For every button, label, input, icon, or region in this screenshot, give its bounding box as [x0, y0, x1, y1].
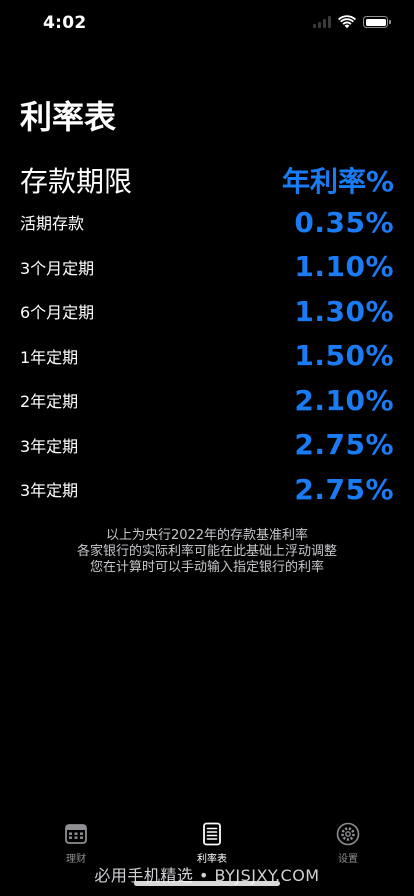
rate-table: 活期存款 0.35% 3个月定期 1.10% 6个月定期 1.30% 1年定期 …	[20, 200, 394, 512]
term-label: 活期存款	[20, 214, 85, 234]
table-row: 3年定期 2.75%	[20, 423, 394, 468]
cellular-signal-icon	[313, 16, 331, 28]
rate-value: 2.75%	[294, 472, 394, 506]
rate-table-header: 存款期限 年利率%	[20, 160, 394, 200]
header-term-label: 存款期限	[20, 165, 133, 198]
term-label: 3个月定期	[20, 258, 95, 278]
document-list-icon	[203, 822, 221, 846]
rate-value: 0.35%	[294, 205, 394, 239]
term-label: 3年定期	[20, 436, 79, 456]
footnote-line: 各家银行的实际利率可能在此基础上浮动调整	[76, 544, 337, 559]
rate-value: 1.50%	[294, 339, 394, 373]
table-row: 6个月定期 1.30%	[20, 289, 394, 334]
calculator-icon	[65, 824, 87, 844]
rate-footnote: 以上为央行2022年的存款基准利率 各家银行的实际利率可能在此基础上浮动调整 您…	[0, 528, 414, 576]
table-row: 3年定期 2.75%	[20, 467, 394, 512]
rate-value: 2.10%	[294, 383, 394, 417]
table-row: 2年定期 2.10%	[20, 378, 394, 423]
table-row: 3个月定期 1.10%	[20, 245, 394, 290]
battery-icon	[363, 16, 391, 28]
home-indicator[interactable]	[134, 881, 280, 886]
wifi-icon	[338, 15, 356, 29]
page-title: 利率表	[20, 98, 117, 136]
term-label: 6个月定期	[20, 303, 95, 323]
gear-icon	[336, 822, 360, 846]
term-label: 2年定期	[20, 392, 79, 412]
rate-value: 2.75%	[294, 428, 394, 462]
term-label: 3年定期	[20, 481, 79, 501]
header-rate-label: 年利率%	[281, 165, 394, 198]
term-label: 1年定期	[20, 347, 79, 367]
status-bar: 4:02	[0, 0, 414, 46]
footnote-line: 您在计算时可以手动输入指定银行的利率	[89, 560, 324, 575]
table-row: 活期存款 0.35%	[20, 200, 394, 245]
table-row: 1年定期 1.50%	[20, 334, 394, 379]
status-icons	[313, 15, 391, 29]
status-time: 4:02	[43, 13, 87, 33]
rate-value: 1.30%	[294, 294, 394, 328]
footnote-line: 以上为央行2022年的存款基准利率	[105, 528, 309, 543]
rate-value: 1.10%	[294, 250, 394, 284]
